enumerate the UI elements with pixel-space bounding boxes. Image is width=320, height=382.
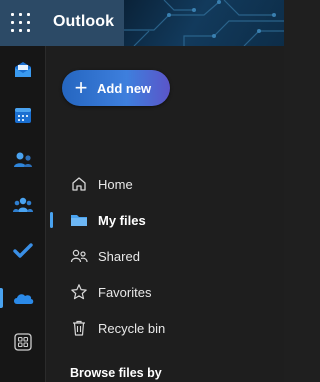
plus-icon: +	[74, 75, 88, 100]
nav-item-shared[interactable]: Shared	[46, 241, 284, 271]
home-icon	[72, 177, 86, 191]
add-new-button[interactable]: + Add new	[62, 70, 170, 106]
nav-item-my-files[interactable]: My files	[46, 205, 284, 235]
shared-people-icon	[70, 249, 88, 263]
top-bar: Outlook	[0, 0, 284, 46]
rail-mail-button[interactable]	[0, 52, 45, 88]
nav-item-home[interactable]: Home	[46, 169, 284, 199]
nav-item-label: Home	[98, 177, 133, 192]
header-background-art	[124, 0, 284, 46]
nav-item-label: Recycle bin	[98, 321, 166, 336]
rail-people-button[interactable]	[0, 142, 45, 178]
app-rail	[0, 46, 46, 382]
folder-icon	[71, 215, 87, 226]
groups-icon	[12, 197, 33, 212]
nav-item-favorites[interactable]: Favorites	[46, 277, 284, 307]
browse-files-heading: Browse files by	[70, 366, 162, 380]
add-new-label: Add new	[97, 80, 152, 96]
calendar-icon	[14, 108, 31, 123]
nav-item-label: My files	[98, 213, 146, 228]
rail-todo-button[interactable]	[0, 233, 45, 269]
people-icon	[13, 152, 32, 167]
nav-item-label: Favorites	[98, 285, 152, 300]
checkmark-icon	[12, 243, 33, 258]
navigation-pane: + Add new Home My files Shared Favorites	[46, 46, 284, 382]
star-icon	[71, 284, 87, 300]
nav-item-recycle-bin[interactable]: Recycle bin	[46, 313, 284, 343]
cloud-icon	[13, 294, 33, 304]
circuit-pattern	[124, 0, 284, 46]
mail-icon	[14, 62, 31, 77]
brand-area: Outlook	[0, 0, 124, 46]
app-launcher-icon[interactable]	[11, 13, 31, 33]
rail-onedrive-button[interactable]	[0, 280, 45, 316]
trash-icon	[73, 320, 85, 336]
apps-grid-icon	[13, 333, 32, 351]
rail-calendar-button[interactable]	[0, 97, 45, 133]
rail-more-apps-button[interactable]	[0, 324, 45, 360]
app-name[interactable]: Outlook	[53, 13, 114, 31]
nav-item-label: Shared	[98, 249, 140, 264]
rail-groups-button[interactable]	[0, 187, 45, 223]
